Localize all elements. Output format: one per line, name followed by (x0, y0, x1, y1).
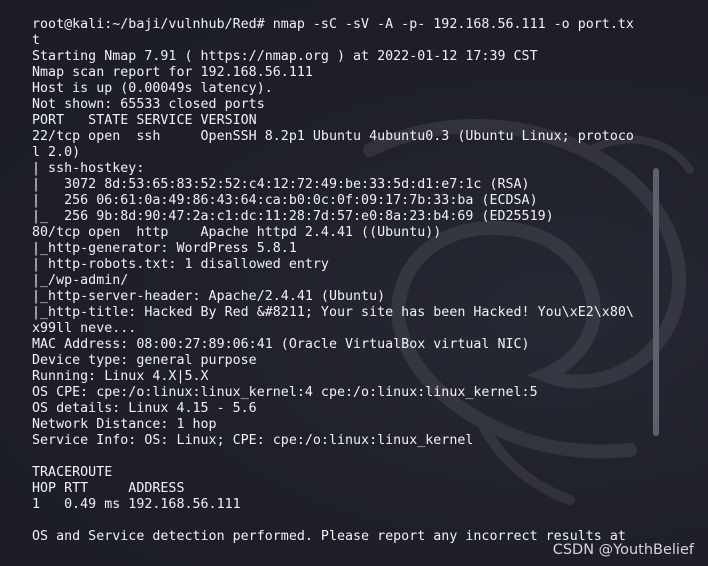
terminal-line: Network Distance: 1 hop (32, 417, 217, 432)
terminal-line: OS details: Linux 4.15 - 5.6 (32, 401, 257, 416)
terminal-line: x99ll neve... (32, 321, 137, 336)
terminal-line: 80/tcp open http Apache httpd 2.4.41 ((U… (32, 225, 442, 240)
scrollbar-thumb[interactable] (653, 168, 659, 436)
terminal-line: root@kali:~/baji/vulnhub/Red# nmap -sC -… (32, 17, 634, 32)
terminal-line: |_ 256 9b:8d:90:47:2a:c1:dc:11:28:7d:57:… (32, 209, 554, 224)
terminal-window[interactable]: root@kali:~/baji/vulnhub/Red# nmap -sC -… (0, 0, 708, 566)
terminal-line: 1 0.49 ms 192.168.56.111 (32, 497, 241, 512)
terminal-line: PORT STATE SERVICE VERSION (32, 113, 257, 128)
terminal-line: Device type: general purpose (32, 353, 257, 368)
terminal-line: Nmap scan report for 192.168.56.111 (32, 65, 313, 80)
terminal-line: |_/wp-admin/ (32, 273, 129, 288)
terminal-line: |_http-generator: WordPress 5.8.1 (32, 241, 297, 256)
terminal-line: MAC Address: 08:00:27:89:06:41 (Oracle V… (32, 337, 530, 352)
terminal-output: root@kali:~/baji/vulnhub/Red# nmap -sC -… (32, 17, 644, 545)
terminal-line: | ssh-hostkey: (32, 161, 145, 176)
terminal-line: l 2.0) (32, 145, 81, 160)
terminal-line: Not shown: 65533 closed ports (32, 97, 265, 112)
terminal-line: TRACEROUTE (32, 465, 113, 480)
terminal-line: t (32, 33, 41, 48)
terminal-line: | 256 06:61:0a:49:86:43:64:ca:b0:0c:0f:0… (32, 193, 538, 208)
terminal-line: | 3072 8d:53:65:83:52:52:c4:12:72:49:be:… (32, 177, 530, 192)
terminal-line: Running: Linux 4.X|5.X (32, 369, 209, 384)
terminal-line: | http-robots.txt: 1 disallowed entry (32, 257, 329, 272)
terminal-line: HOP RTT ADDRESS (32, 481, 185, 496)
terminal-line: Starting Nmap 7.91 ( https://nmap.org ) … (32, 49, 538, 64)
terminal-line: |_http-server-header: Apache/2.4.41 (Ubu… (32, 289, 386, 304)
terminal-line: 22/tcp open ssh OpenSSH 8.2p1 Ubuntu 4ub… (32, 129, 634, 144)
csdn-watermark: CSDN @YouthBelief (552, 542, 694, 558)
terminal-line: OS CPE: cpe:/o:linux:linux_kernel:4 cpe:… (32, 385, 538, 400)
terminal-line: Service Info: OS: Linux; CPE: cpe:/o:lin… (32, 433, 474, 448)
terminal-line: Host is up (0.00049s latency). (32, 81, 273, 96)
terminal-line: |_http-title: Hacked By Red &#8211; Your… (32, 305, 634, 320)
